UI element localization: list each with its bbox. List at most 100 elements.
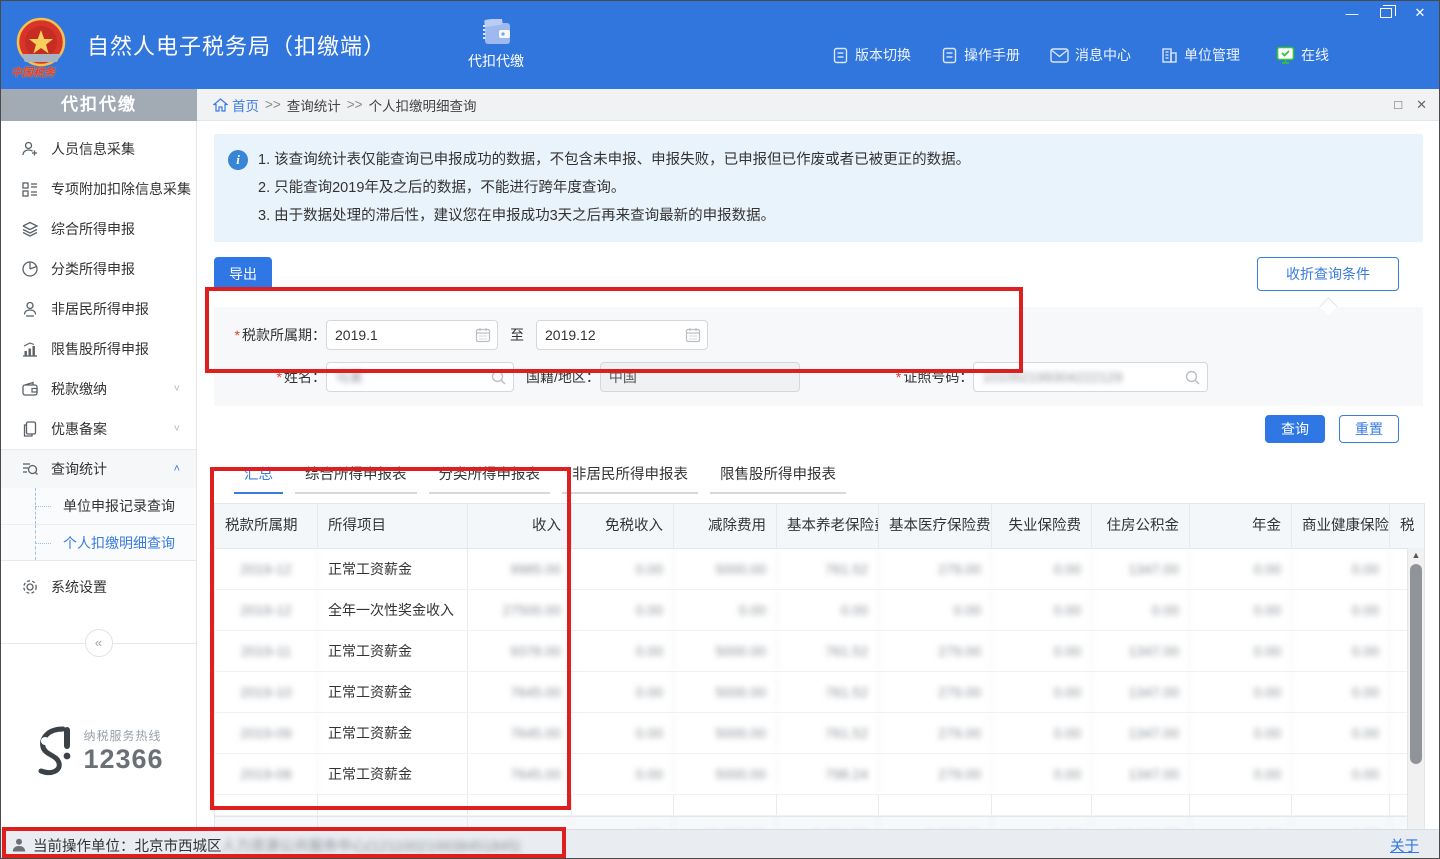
table-cell: 5000.00 [674,631,777,671]
scroll-up-arrow[interactable]: ▲ [1408,548,1424,562]
menu-message-center[interactable]: 消息中心 [1050,45,1131,65]
vertical-scroll-thumb[interactable] [1410,564,1422,764]
column-header: 收入 [468,504,572,548]
form-actions: 查询 重置 [214,415,1423,443]
table-cell: 761.52 [777,631,879,671]
sidebar-title: 代扣代缴 [1,89,197,121]
sidebar-item-special-deduction[interactable]: 专项附加扣除信息采集 [1,169,196,209]
table-cell: 16,164.00 [1092,817,1190,829]
table-row[interactable]: 2019-12正常工资薪金9985.000.005000.00761.52279… [215,549,1425,590]
main-content: i 1. 该查询统计表仅能查询已申报成功的数据，不包含未申报、申报失败，已申报但… [197,121,1439,829]
tab-restricted-shares-return[interactable]: 限售股所得申报表 [710,463,846,494]
panel-close-button[interactable]: ✕ [1416,97,1427,113]
sidebar-item-classified-income[interactable]: 分类所得申报 [1,249,196,289]
restore-button[interactable] [1377,6,1395,21]
current-unit-masked: 人力资源公共服务中心(121100219938451845) [222,835,521,856]
user-icon [11,837,27,853]
column-header: 税款所属期 [215,504,318,548]
sidebar-item-comprehensive-income[interactable]: 综合所得申报 [1,209,196,249]
sidebar-item-restricted-shares[interactable]: 限售股所得申报 [1,329,196,369]
column-header: 年金 [1190,504,1292,548]
table-row[interactable]: ----161,741.000.0060,000.008,991.362,790… [215,816,1425,829]
result-tabs: 汇总 综合所得申报表 分类所得申报表 非居民所得申报表 限售股所得申报表 [214,463,1423,494]
column-header: 税 [1390,504,1425,548]
table-cell: 7645.00 [468,713,572,753]
sidebar-subitem-personal-withholding-query[interactable]: 个人扣缴明细查询 [1,524,196,560]
table-cell: 2,790.00 [879,817,992,829]
breadcrumb: 首页 >> 查询统计 >> 个人扣缴明细查询 □ ✕ [197,89,1439,121]
table-cell: 0.00 [1190,713,1292,753]
table-row[interactable]: 2019-09正常工资薪金7645.000.005000.00761.52279… [215,713,1425,754]
table-cell [992,795,1092,815]
breadcrumb-item-query-stats[interactable]: 查询统计 [287,95,341,115]
id-number-input[interactable]: 101052199304222129 [973,362,1208,392]
name-input[interactable]: 马某 [326,362,514,392]
sidebar-item-nonresident-income[interactable]: 非居民所得申报 [1,289,196,329]
table-cell: 8,991.36 [777,817,879,829]
table-cell [1190,795,1292,815]
table-row[interactable]: 2019-12全年一次性奖金收入27500.000.000.000.000.00… [215,590,1425,631]
period-label: *税款所属期： [214,325,326,345]
app-title: 自然人电子税务局（扣缴端） [87,29,386,61]
table-cell [572,795,674,815]
collapse-query-button[interactable]: 收折查询条件 [1257,257,1399,291]
export-button[interactable]: 导出 [214,257,272,291]
tab-classified-return[interactable]: 分类所得申报表 [429,463,551,494]
period-end-input[interactable]: 2019.12 [536,320,708,350]
close-button[interactable]: ✕ [1411,5,1429,21]
sidebar-item-system-settings[interactable]: 系统设置 [1,567,196,607]
sidebar-item-personnel-info[interactable]: 人员信息采集 [1,129,196,169]
copy-icon [21,420,39,438]
about-link[interactable]: 关于 [1390,835,1419,856]
table-cell: 1347.00 [1092,672,1190,712]
column-header: 所得项目 [318,504,468,548]
table-cell: 5000.00 [674,672,777,712]
menu-unit-management[interactable]: 单位管理 [1161,45,1240,65]
table-cell: 2019-10 [215,672,318,712]
table-cell: 0.00 [572,549,674,589]
menu-version-switch[interactable]: 版本切换 [832,45,911,65]
table-header-row: 税款所属期所得项目收入免税收入减除费用基本养老保险费基本医疗保险费失业保险费住房… [215,504,1425,549]
table-cell: 279.00 [879,713,992,753]
table-cell: 正常工资薪金 [318,631,468,671]
table-cell: 279.00 [879,754,992,794]
tab-summary[interactable]: 汇总 [234,463,283,494]
table-row[interactable]: 2019-08正常工资薪金7645.000.005000.00798.24279… [215,754,1425,795]
sidebar-collapse-button[interactable]: « [85,629,113,657]
pie-chart-icon [21,260,39,278]
online-monitor-icon [1276,46,1295,64]
panel-maximize-button[interactable]: □ [1394,97,1402,113]
person-plus-icon [21,140,39,158]
reset-button[interactable]: 重置 [1339,415,1399,443]
vertical-scrollbar[interactable]: ▲ ▼ [1407,548,1424,829]
window-controls: — ✕ [1343,5,1429,21]
column-header: 基本养老保险费 [777,504,879,548]
table-row[interactable]: 2019-10正常工资薪金7645.000.005000.00761.52279… [215,672,1425,713]
period-start-input[interactable]: 2019.1 [326,320,498,350]
breadcrumb-home[interactable]: 首页 [213,95,259,115]
sidebar-item-tax-payment[interactable]: 税款缴纳 ˅ [1,369,196,409]
restore-icon [1380,8,1392,18]
table-cell: 0.00 [992,817,1092,829]
sidebar-item-query-stats[interactable]: 查询统计 ˄ [1,450,196,488]
menu-manual[interactable]: 操作手册 [941,45,1020,65]
table-cell: 761.52 [777,549,879,589]
tab-comprehensive-return[interactable]: 综合所得申报表 [295,463,417,494]
table-cell: 1347.00 [1092,713,1190,753]
tab-withholding[interactable]: 代扣代缴 [450,1,542,89]
column-header: 住房公积金 [1092,504,1190,548]
home-icon [213,98,228,112]
search-icon [490,369,507,386]
notice-line: 3. 由于数据处理的滞后性，建议您在申报成功3天之后再来查询最新的申报数据。 [258,202,970,230]
query-button[interactable]: 查询 [1265,415,1325,443]
list-icon [21,180,39,198]
table-cell [468,795,572,815]
tab-nonresident-return[interactable]: 非居民所得申报表 [562,463,698,494]
minimize-button[interactable]: — [1343,6,1361,21]
sidebar-subitem-unit-declaration-query[interactable]: 单位申报记录查询 [1,488,196,524]
hotline-number: 12366 [83,744,163,775]
table-row[interactable]: .. [215,795,1425,816]
table-row[interactable]: 2019-11正常工资薪金9378.000.005000.00761.52279… [215,631,1425,672]
sidebar-item-preferential-filing[interactable]: 优惠备案 ˅ [1,409,196,449]
table-cell: 1347.00 [1092,754,1190,794]
